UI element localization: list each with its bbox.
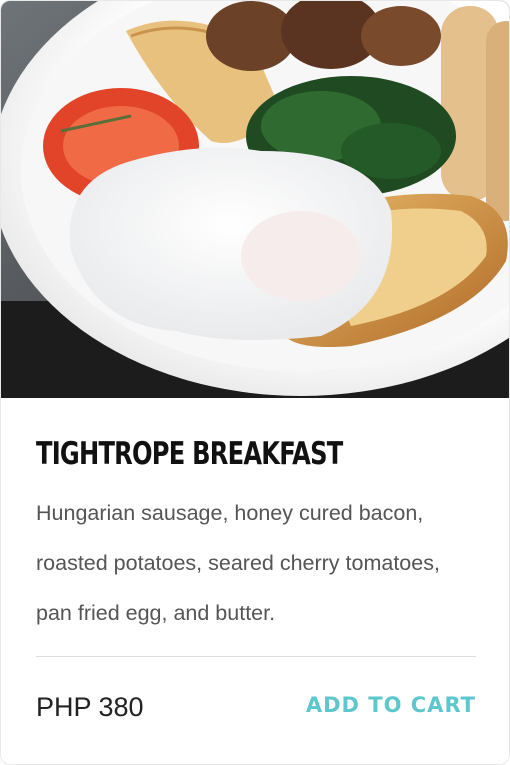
- product-title: TIGHTROPE BREAKFAST: [36, 436, 343, 472]
- product-price: PHP 380: [36, 692, 144, 722]
- divider: [36, 656, 476, 657]
- product-card: TIGHTROPE BREAKFAST Hungarian sausage, h…: [0, 0, 510, 765]
- add-to-cart-button[interactable]: ADD TO CART: [306, 693, 476, 717]
- product-description: Hungarian sausage, honey cured bacon, ro…: [36, 501, 440, 625]
- product-photo: [1, 1, 509, 398]
